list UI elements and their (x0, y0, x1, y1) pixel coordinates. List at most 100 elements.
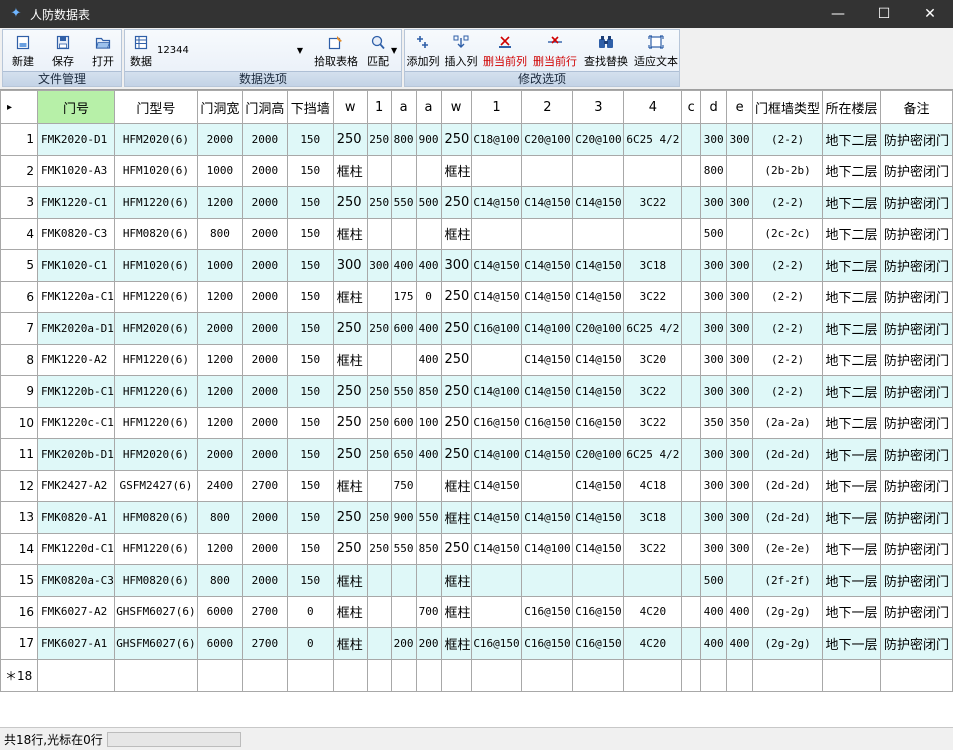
table-cell[interactable]: 防护密闭门 (879, 501, 953, 534)
table-cell[interactable]: FMK1220d-C1 (36, 532, 115, 565)
table-cell[interactable] (681, 280, 702, 313)
table-cell[interactable]: C16@100 (470, 312, 523, 345)
table-row[interactable]: 3 FMK1220-C1 HFM1220(6) 1200 2000 150 250 250 55… (0, 186, 953, 219)
table-cell[interactable]: FMK0820a-C3 (36, 564, 115, 597)
table-cell[interactable]: 300 (700, 375, 728, 408)
table-cell[interactable]: C14@150 (572, 375, 625, 408)
table-cell[interactable]: 防护密闭门 (879, 595, 953, 628)
table-cell[interactable] (726, 564, 754, 597)
table-cell[interactable]: 2000 (241, 249, 288, 282)
table-cell[interactable]: 防护密闭门 (879, 186, 953, 219)
table-cell[interactable]: C16@150 (470, 627, 523, 660)
table-cell[interactable]: 2000 (241, 312, 288, 345)
table-cell[interactable]: 200 (415, 627, 442, 660)
table-cell[interactable]: 175 (390, 280, 417, 313)
table-cell[interactable]: 2000 (241, 564, 288, 597)
table-cell[interactable]: 框柱 (440, 564, 472, 597)
table-cell[interactable]: C20@100 (521, 123, 574, 156)
table-cell[interactable]: 900 (415, 123, 442, 156)
column-header[interactable]: 备注 (879, 90, 953, 124)
table-cell[interactable]: (2g-2g) (752, 595, 823, 628)
table-cell[interactable] (366, 564, 392, 597)
data-button[interactable]: 数据 (129, 32, 153, 72)
column-header[interactable]: 4 (623, 90, 683, 124)
table-cell[interactable]: C14@100 (521, 532, 574, 565)
table-cell[interactable]: 框柱 (440, 595, 472, 628)
column-header[interactable]: 2 (521, 90, 574, 124)
table-cell[interactable]: 250 (366, 123, 392, 156)
column-header[interactable]: 门洞宽 (196, 90, 243, 124)
table-cell[interactable]: 150 (286, 438, 334, 471)
table-cell[interactable]: HFM1220(6) (113, 280, 198, 313)
table-cell[interactable]: 200 (390, 627, 417, 660)
table-cell[interactable]: 3C18 (623, 501, 683, 534)
table-cell[interactable] (572, 217, 625, 250)
table-cell[interactable]: 150 (286, 343, 334, 376)
table-cell[interactable]: 4C18 (623, 469, 683, 502)
table-cell[interactable]: (2-2) (752, 186, 823, 219)
table-cell[interactable]: HFM1020(6) (113, 249, 198, 282)
table-cell[interactable]: FMK1220a-C1 (36, 280, 115, 313)
table-cell[interactable]: C16@150 (572, 406, 625, 439)
table-cell[interactable]: 地下二层 (822, 312, 881, 345)
table-cell[interactable]: 800 (700, 154, 728, 187)
table-cell[interactable] (366, 343, 392, 376)
table-cell[interactable]: 2000 (241, 217, 288, 250)
table-cell[interactable] (681, 627, 702, 660)
column-header[interactable]: 所在楼层 (822, 90, 881, 124)
table-cell[interactable]: FMK2427-A2 (36, 469, 115, 502)
table-cell[interactable]: 防护密闭门 (879, 469, 953, 502)
table-cell[interactable] (390, 343, 417, 376)
table-cell[interactable]: HFM1220(6) (113, 375, 198, 408)
table-cell[interactable]: 地下二层 (822, 154, 881, 187)
table-cell[interactable]: C14@150 (470, 469, 523, 502)
table-cell[interactable]: 700 (415, 595, 442, 628)
table-cell[interactable] (681, 501, 702, 534)
table-cell[interactable]: 0 (415, 280, 442, 313)
table-cell[interactable]: 600 (390, 312, 417, 345)
table-cell[interactable]: 150 (286, 564, 334, 597)
table-row[interactable]: 12 FMK2427-A2 GSFM2427(6) 2400 2700 150 框柱 750 框… (0, 469, 953, 502)
table-cell[interactable]: 300 (726, 123, 754, 156)
table-cell[interactable]: 2000 (241, 154, 288, 187)
table-cell[interactable]: 框柱 (332, 343, 368, 376)
table-cell[interactable]: 600 (390, 406, 417, 439)
table-cell[interactable]: 300 (726, 312, 754, 345)
table-cell[interactable]: C14@100 (521, 312, 574, 345)
table-cell[interactable] (572, 658, 625, 692)
table-cell[interactable]: 1200 (196, 280, 243, 313)
table-cell[interactable]: 250 (332, 186, 368, 219)
table-cell[interactable] (521, 217, 574, 250)
table-cell[interactable]: 防护密闭门 (879, 564, 953, 597)
table-row[interactable]: 17 FMK6027-A1 GHSFM6027(6) 6000 2700 0 框柱 200 20… (0, 627, 953, 660)
table-cell[interactable]: 400 (415, 312, 442, 345)
table-cell[interactable]: 框柱 (332, 154, 368, 187)
table-cell[interactable]: 750 (390, 469, 417, 502)
table-cell[interactable]: 地下一层 (822, 501, 881, 534)
table-cell[interactable]: 300 (726, 501, 754, 534)
table-cell[interactable]: 1200 (196, 406, 243, 439)
table-cell[interactable]: C14@150 (572, 280, 625, 313)
table-cell[interactable]: 300 (726, 375, 754, 408)
column-header[interactable]: 门框墙类型 (752, 90, 823, 124)
table-cell[interactable]: FMK6027-A2 (36, 595, 115, 628)
table-cell[interactable]: 250 (366, 375, 392, 408)
table-cell[interactable]: 4C20 (623, 595, 683, 628)
table-cell[interactable]: 1000 (196, 249, 243, 282)
table-cell[interactable]: 2000 (241, 123, 288, 156)
table-cell[interactable] (681, 375, 702, 408)
table-cell[interactable] (521, 469, 574, 502)
table-cell[interactable]: 框柱 (440, 501, 472, 534)
table-row[interactable]: 9 FMK1220b-C1 HFM1220(6) 1200 2000 150 250 250 5… (0, 375, 953, 408)
table-cell[interactable]: HFM1220(6) (113, 532, 198, 565)
table-cell[interactable] (470, 658, 523, 692)
table-cell[interactable]: 框柱 (332, 595, 368, 628)
table-cell[interactable]: 300 (726, 343, 754, 376)
table-cell[interactable] (700, 658, 728, 692)
table-cell[interactable] (470, 595, 523, 628)
table-cell[interactable]: 250 (440, 406, 472, 439)
table-cell[interactable]: 550 (415, 501, 442, 534)
table-cell[interactable]: 框柱 (332, 280, 368, 313)
table-cell[interactable]: 框柱 (440, 627, 472, 660)
table-cell[interactable]: (2f-2f) (752, 564, 823, 597)
